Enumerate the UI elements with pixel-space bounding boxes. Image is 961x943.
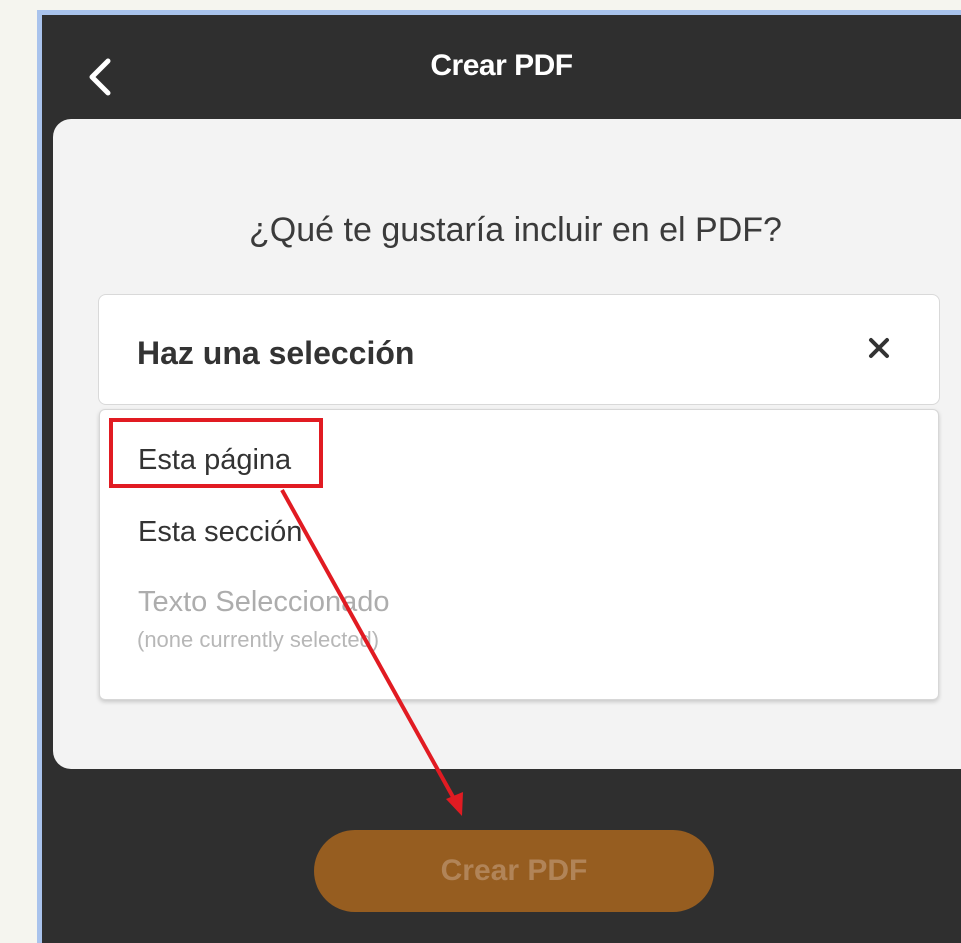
question-text: ¿Qué te gustaría incluir en el PDF?	[249, 211, 782, 249]
annotation-highlight-box	[109, 418, 323, 488]
selection-dropdown[interactable]: Haz una selección	[98, 294, 940, 405]
header-bar: Crear PDF	[42, 15, 961, 125]
close-icon	[869, 338, 889, 358]
create-pdf-button[interactable]: Crear PDF	[314, 830, 714, 912]
option-selected-text: Texto Seleccionado	[138, 586, 390, 618]
page-title: Crear PDF	[430, 49, 573, 82]
option-this-section[interactable]: Esta sección	[138, 516, 302, 549]
option-selected-text-note: (none currently selected)	[137, 627, 380, 652]
clear-selection-button[interactable]	[864, 333, 894, 363]
selection-placeholder: Haz una selección	[137, 335, 415, 371]
